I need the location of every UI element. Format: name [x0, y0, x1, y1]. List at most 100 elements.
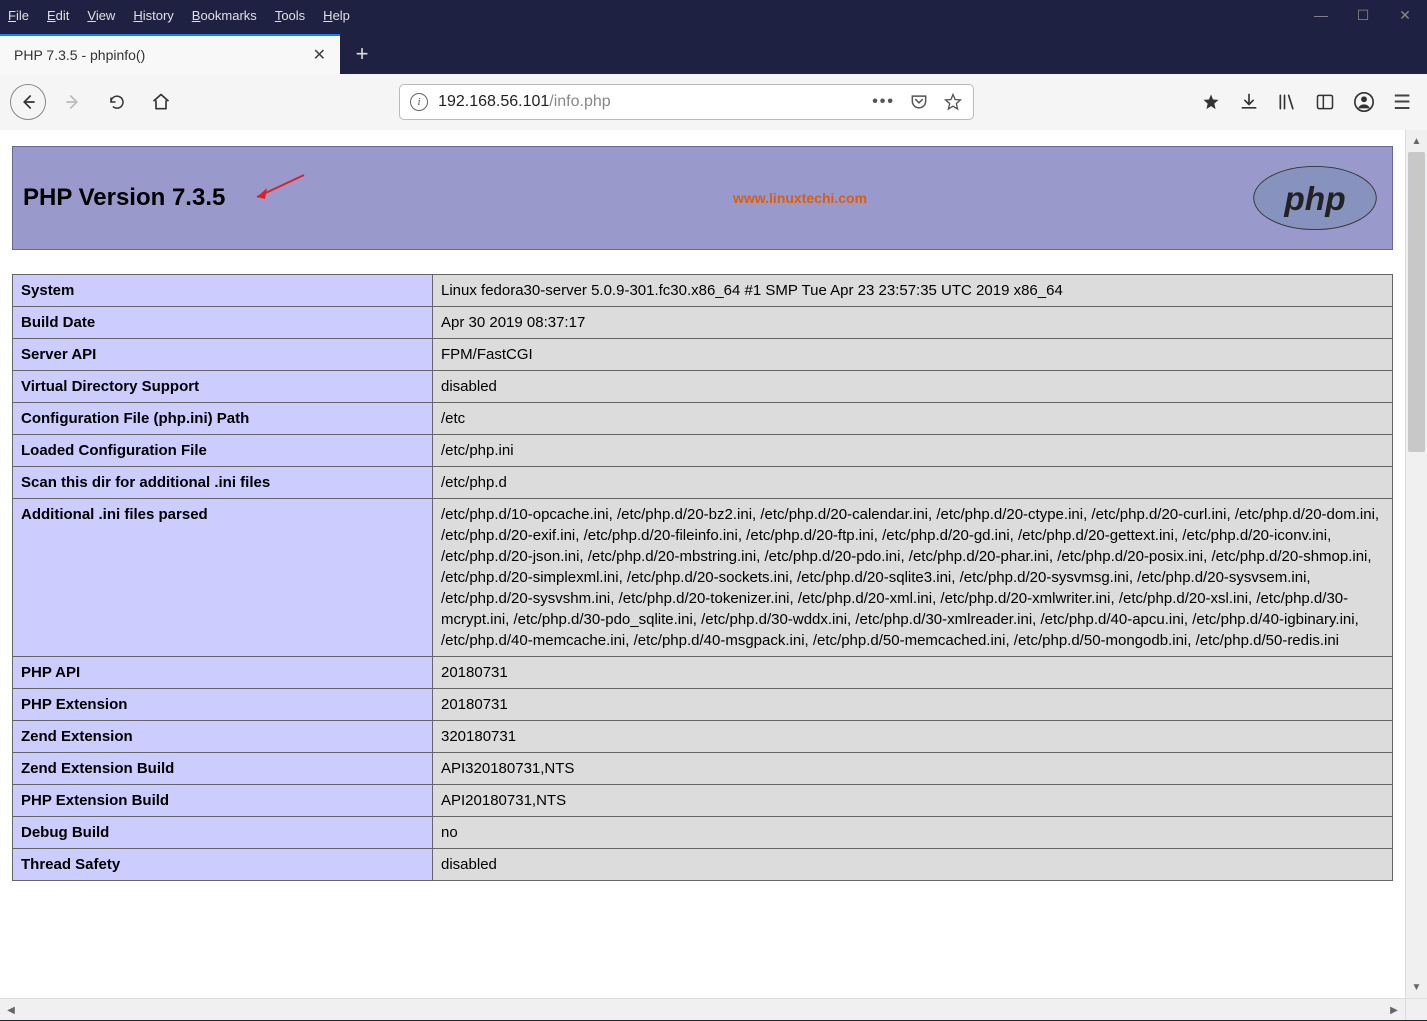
menu-tools[interactable]: Tools — [275, 8, 305, 23]
toolbar-right: ☰ — [1195, 90, 1417, 115]
info-value: disabled — [433, 371, 1393, 403]
info-key: Loaded Configuration File — [13, 435, 433, 467]
svg-text:php: php — [1283, 181, 1345, 218]
toolbar: i 192.168.56.101/info.php ••• — [0, 74, 1427, 130]
table-row: Zend Extension BuildAPI320180731,NTS — [13, 753, 1393, 785]
info-value: /etc/php.d — [433, 467, 1393, 499]
table-row: Debug Buildno — [13, 817, 1393, 849]
info-value: 320180731 — [433, 721, 1393, 753]
minimize-icon[interactable]: — — [1313, 7, 1329, 24]
menu-history[interactable]: History — [133, 8, 173, 23]
info-value: /etc/php.d/10-opcache.ini, /etc/php.d/20… — [433, 499, 1393, 657]
table-row: Zend Extension320180731 — [13, 721, 1393, 753]
table-row: SystemLinux fedora30-server 5.0.9-301.fc… — [13, 275, 1393, 307]
info-key: Scan this dir for additional .ini files — [13, 467, 433, 499]
annotation-arrow-icon — [249, 173, 309, 203]
tab-title: PHP 7.3.5 - phpinfo() — [14, 47, 313, 63]
info-key: Virtual Directory Support — [13, 371, 433, 403]
menubar: File Edit View History Bookmarks Tools H… — [0, 0, 1427, 30]
info-key: System — [13, 275, 433, 307]
info-icon[interactable]: i — [410, 93, 428, 111]
arrow-right-icon — [64, 93, 82, 111]
sidebar-icon[interactable] — [1315, 92, 1335, 112]
info-value: Linux fedora30-server 5.0.9-301.fc30.x86… — [433, 275, 1393, 307]
table-row: Server APIFPM/FastCGI — [13, 339, 1393, 371]
info-value: 20180731 — [433, 657, 1393, 689]
table-row: PHP Extension BuildAPI20180731,NTS — [13, 785, 1393, 817]
table-row: Loaded Configuration File/etc/php.ini — [13, 435, 1393, 467]
info-key: PHP API — [13, 657, 433, 689]
library-icon[interactable] — [1277, 92, 1297, 112]
info-value: /etc/php.ini — [433, 435, 1393, 467]
window-controls: — ☐ ✕ — [1313, 7, 1419, 24]
info-value: /etc — [433, 403, 1393, 435]
back-button[interactable] — [10, 84, 46, 120]
scroll-up-icon[interactable]: ▲ — [1406, 130, 1427, 152]
reload-button[interactable] — [100, 85, 134, 119]
tab-close-icon[interactable]: ✕ — [313, 45, 326, 65]
arrow-left-icon — [19, 93, 37, 111]
table-row: Configuration File (php.ini) Path/etc — [13, 403, 1393, 435]
downloads-icon[interactable] — [1239, 92, 1259, 112]
info-key: Debug Build — [13, 817, 433, 849]
tabstrip: PHP 7.3.5 - phpinfo() ✕ + — [0, 30, 1427, 74]
menu-bookmarks[interactable]: Bookmarks — [192, 8, 257, 23]
info-value: API320180731,NTS — [433, 753, 1393, 785]
table-row: PHP API20180731 — [13, 657, 1393, 689]
info-value: no — [433, 817, 1393, 849]
phpinfo-table: SystemLinux fedora30-server 5.0.9-301.fc… — [12, 274, 1393, 881]
url-bar[interactable]: i 192.168.56.101/info.php ••• — [399, 84, 974, 120]
home-icon — [151, 92, 171, 112]
php-logo-icon: php — [1250, 163, 1380, 233]
menu-edit[interactable]: Edit — [47, 8, 69, 23]
app-menu-button[interactable]: ☰ — [1393, 90, 1411, 115]
reload-icon — [108, 93, 126, 111]
phpinfo-header: PHP Version 7.3.5 www.linuxtechi.com php — [12, 146, 1393, 250]
home-button[interactable] — [144, 85, 178, 119]
table-row: Build DateApr 30 2019 08:37:17 — [13, 307, 1393, 339]
table-row: Virtual Directory Supportdisabled — [13, 371, 1393, 403]
content-area: PHP Version 7.3.5 www.linuxtechi.com php… — [0, 130, 1427, 1020]
vertical-scrollbar[interactable]: ▲ ▼ — [1405, 130, 1427, 998]
watermark-text: www.linuxtechi.com — [733, 190, 867, 206]
new-tab-button[interactable]: + — [340, 34, 384, 74]
info-key: Configuration File (php.ini) Path — [13, 403, 433, 435]
bookmark-star-filled-icon[interactable] — [1201, 92, 1221, 112]
page-body: PHP Version 7.3.5 www.linuxtechi.com php… — [0, 130, 1405, 998]
info-key: Zend Extension — [13, 721, 433, 753]
forward-button[interactable] — [56, 85, 90, 119]
menu-view[interactable]: View — [87, 8, 115, 23]
account-icon[interactable] — [1353, 91, 1375, 113]
info-key: Server API — [13, 339, 433, 371]
table-row: PHP Extension20180731 — [13, 689, 1393, 721]
url-text: 192.168.56.101/info.php — [438, 93, 862, 111]
pocket-icon[interactable] — [909, 92, 929, 112]
info-value: FPM/FastCGI — [433, 339, 1393, 371]
info-value: Apr 30 2019 08:37:17 — [433, 307, 1393, 339]
bookmark-star-icon[interactable] — [943, 92, 963, 112]
table-row: Additional .ini files parsed/etc/php.d/1… — [13, 499, 1393, 657]
info-key: Zend Extension Build — [13, 753, 433, 785]
vscroll-thumb[interactable] — [1408, 152, 1425, 452]
menu-help[interactable]: Help — [323, 8, 350, 23]
table-row: Scan this dir for additional .ini files/… — [13, 467, 1393, 499]
page-actions-icon[interactable]: ••• — [872, 93, 895, 111]
info-key: PHP Extension Build — [13, 785, 433, 817]
info-value: disabled — [433, 849, 1393, 881]
info-key: Build Date — [13, 307, 433, 339]
scroll-right-icon[interactable]: ▶ — [1383, 999, 1405, 1021]
horizontal-scrollbar[interactable]: ◀ ▶ — [0, 998, 1405, 1020]
scroll-down-icon[interactable]: ▼ — [1406, 976, 1427, 998]
table-row: Thread Safetydisabled — [13, 849, 1393, 881]
info-value: API20180731,NTS — [433, 785, 1393, 817]
info-key: PHP Extension — [13, 689, 433, 721]
maximize-icon[interactable]: ☐ — [1355, 7, 1371, 24]
menu-file[interactable]: File — [8, 8, 29, 23]
scroll-left-icon[interactable]: ◀ — [0, 999, 22, 1021]
scroll-corner — [1405, 998, 1427, 1020]
close-window-icon[interactable]: ✕ — [1397, 7, 1413, 24]
info-value: 20180731 — [433, 689, 1393, 721]
php-version-heading: PHP Version 7.3.5 — [23, 184, 225, 212]
info-key: Additional .ini files parsed — [13, 499, 433, 657]
tab-active[interactable]: PHP 7.3.5 - phpinfo() ✕ — [0, 34, 340, 74]
